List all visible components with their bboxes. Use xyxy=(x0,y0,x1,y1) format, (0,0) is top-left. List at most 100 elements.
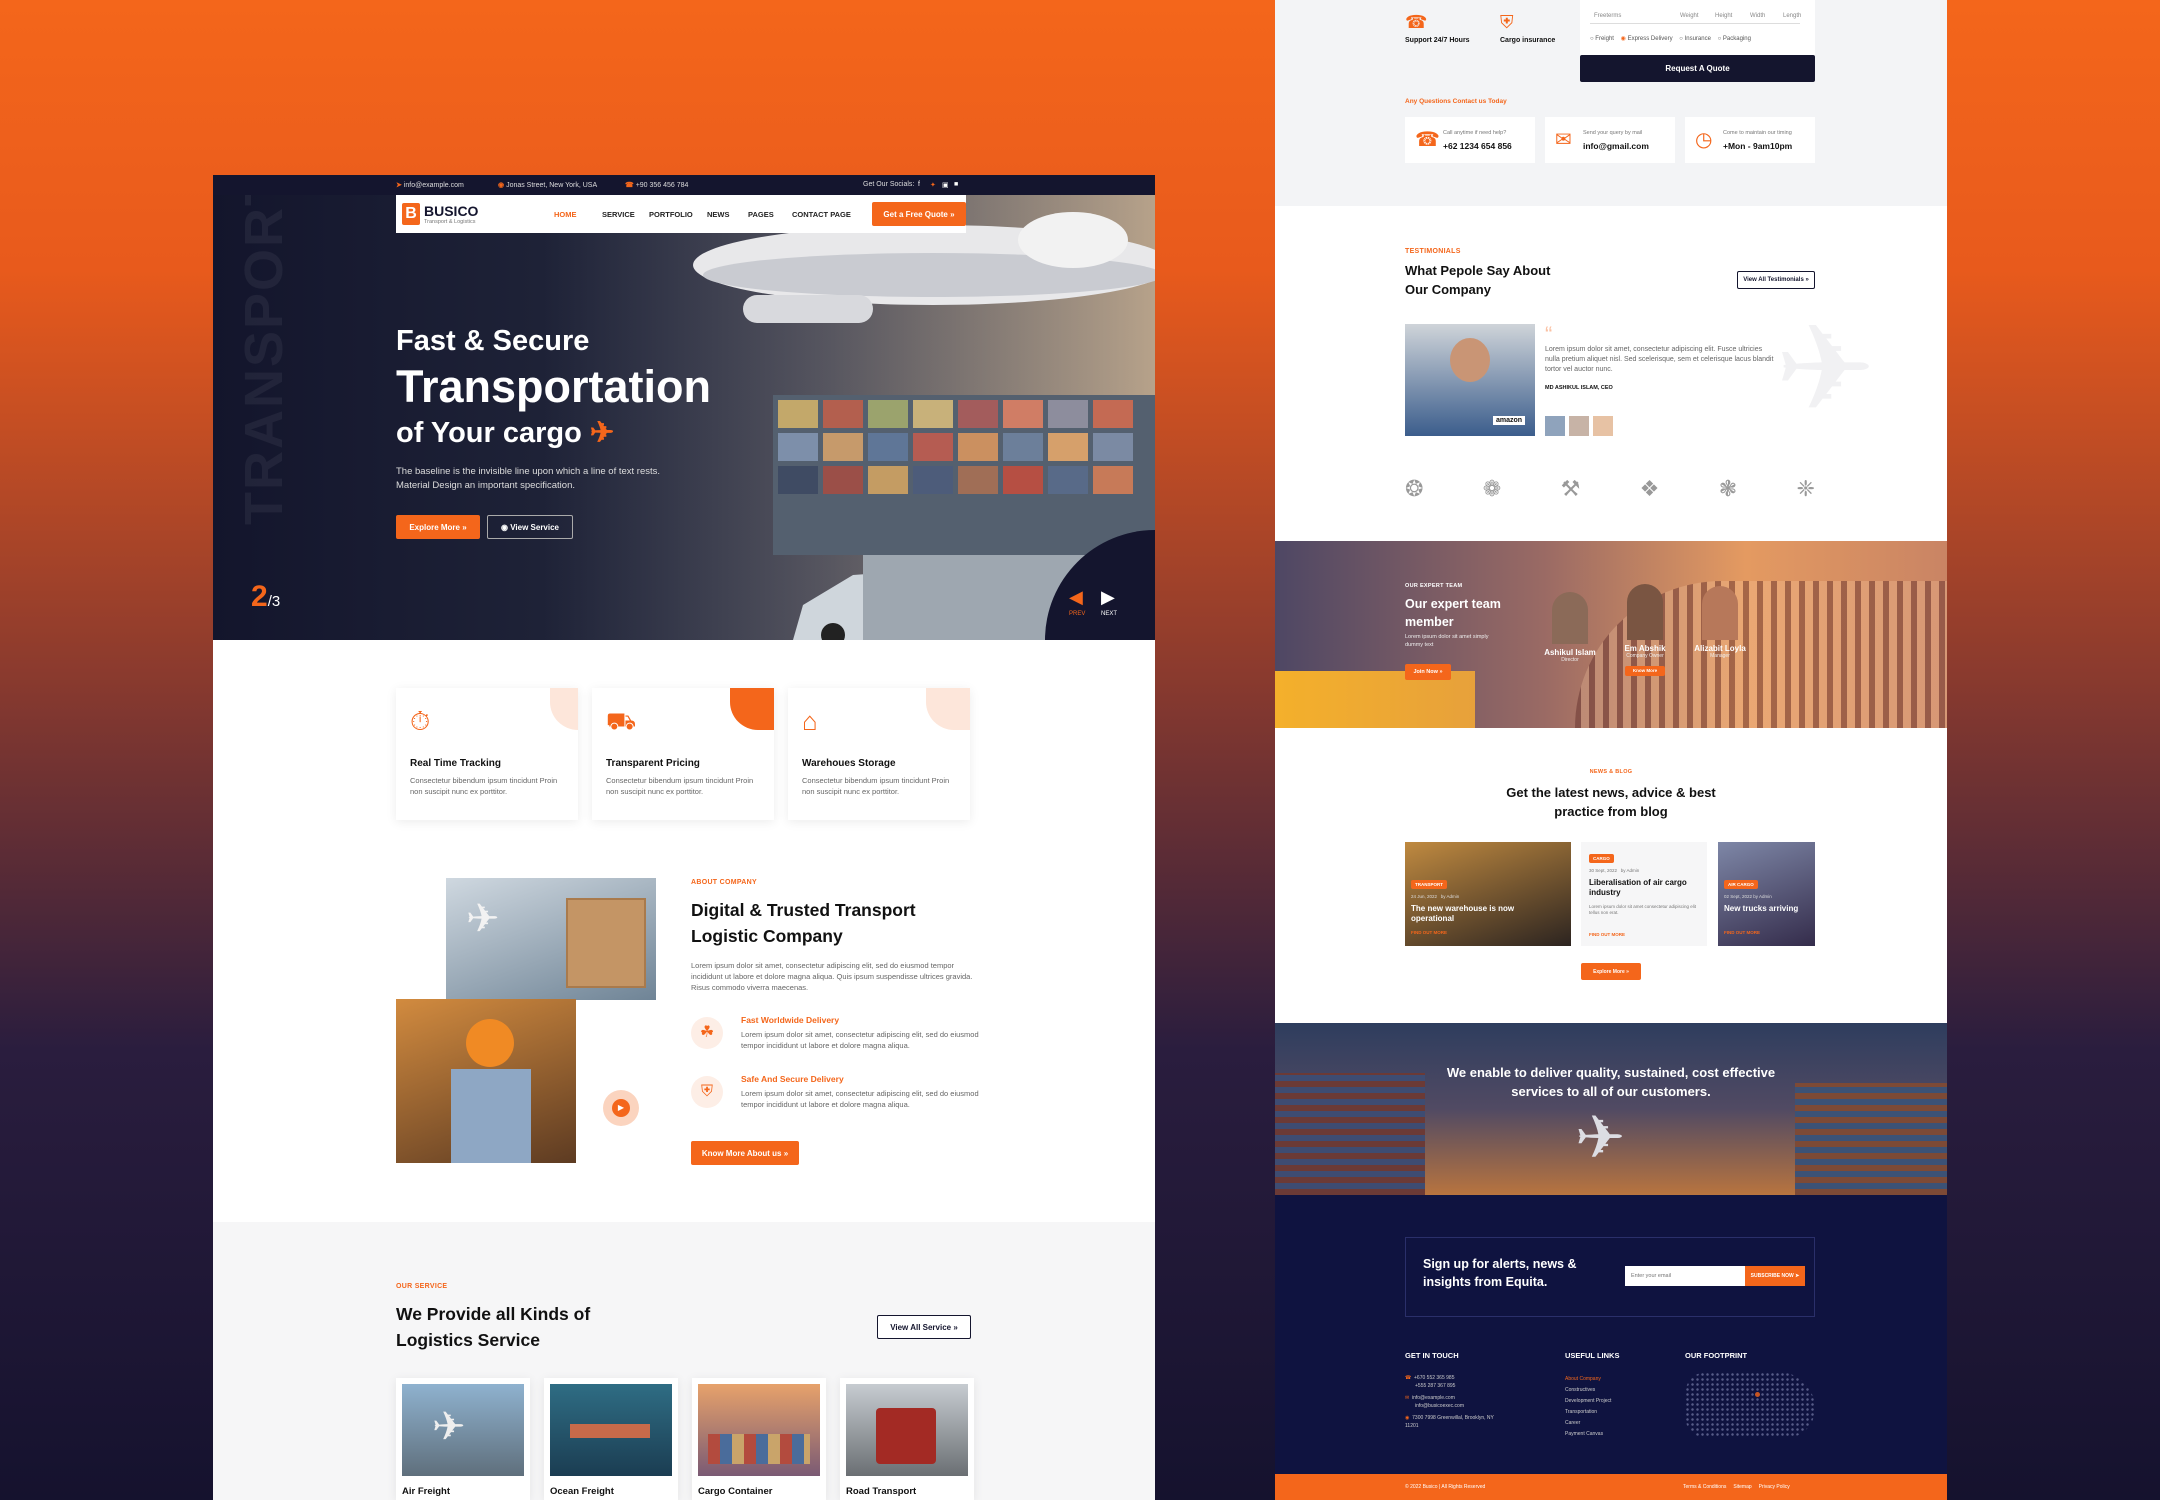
radio-packaging[interactable]: ○ Packaging xyxy=(1718,36,1751,42)
service-image xyxy=(550,1384,672,1476)
radio-insurance[interactable]: ○ Insurance xyxy=(1679,36,1711,42)
service-card[interactable]: Road Transport xyxy=(840,1378,974,1500)
field-freeterms[interactable]: Freeterms xyxy=(1594,13,1621,19)
privacy-link[interactable]: Privacy Policy xyxy=(1759,1484,1790,1490)
brand-logo-icon[interactable]: B xyxy=(402,203,420,225)
subscribe-button[interactable]: SUBSCRIBE NOW ➤ xyxy=(1745,1266,1805,1286)
globe-delivery-icon: ☘ xyxy=(691,1017,723,1049)
footer-link[interactable]: Payment Canvas xyxy=(1565,1429,1611,1440)
team-member[interactable]: Ashikul Islam Director xyxy=(1530,592,1610,663)
copyright: © 2022 Busico | All Rights Reserved xyxy=(1405,1484,1486,1490)
blog-link[interactable]: FIND OUT MORE xyxy=(1589,932,1625,937)
feature-card[interactable]: ⏱ Real Time Tracking Consectetur bibendu… xyxy=(396,688,578,820)
nav-news[interactable]: NEWS xyxy=(707,210,730,219)
service-card[interactable]: ✈ Air Freight xyxy=(396,1378,530,1500)
member-photo xyxy=(1702,586,1738,640)
request-quote-button[interactable]: Request A Quote xyxy=(1580,55,1815,82)
linkedin-icon[interactable]: ■ xyxy=(954,181,958,188)
radio-express[interactable]: ◉ Express Delivery xyxy=(1621,36,1673,42)
slide-counter: 2/3 xyxy=(251,580,281,613)
nav-contact[interactable]: CONTACT PAGE xyxy=(792,210,851,219)
service-name: Road Transport xyxy=(846,1486,917,1497)
footer-link[interactable]: Development Project xyxy=(1565,1396,1611,1407)
radio-freight[interactable]: ○ Freight xyxy=(1590,36,1614,42)
plane-icon: ✈ xyxy=(432,1405,466,1449)
field-length[interactable]: Length xyxy=(1783,13,1801,19)
facebook-icon[interactable]: f xyxy=(918,181,920,188)
feature-card[interactable]: ⛟ Transparent Pricing Consectetur bibend… xyxy=(592,688,774,820)
prev-label[interactable]: PREV xyxy=(1069,611,1085,617)
next-arrow-icon[interactable]: ▶ xyxy=(1101,587,1115,608)
service-image: ✈ xyxy=(402,1384,524,1476)
field-width[interactable]: Width xyxy=(1750,13,1765,19)
feature-title: Transparent Pricing xyxy=(606,758,700,769)
footer-link[interactable]: Constructives xyxy=(1565,1385,1611,1396)
form-fields-row: Freeterms Weight Height Width Length xyxy=(1590,10,1801,24)
member-role: Manager xyxy=(1710,653,1730,659)
video-play-button[interactable]: ▶ xyxy=(603,1090,639,1126)
free-quote-button[interactable]: Get a Free Quote » xyxy=(872,202,966,226)
hard-hat-graphic xyxy=(466,1019,514,1067)
footer-link[interactable]: About Company xyxy=(1565,1374,1611,1385)
phone-icon: ☎ xyxy=(1415,129,1440,151)
join-now-button[interactable]: Join Now » xyxy=(1405,664,1451,680)
view-all-service-button[interactable]: View All Service » xyxy=(877,1315,971,1339)
member-name: Alizabit Loyla xyxy=(1694,644,1746,653)
explore-more-button[interactable]: Explore More » xyxy=(1581,963,1641,980)
nav-service[interactable]: SERVICE xyxy=(602,210,635,219)
footer-heading: USEFUL LINKS xyxy=(1565,1351,1620,1360)
view-all-testimonials-button[interactable]: View All Testimonials » xyxy=(1737,271,1815,289)
footer-link[interactable]: Transportation xyxy=(1565,1407,1611,1418)
feature-card[interactable]: ⌂ Warehoues Storage Consectetur bibendum… xyxy=(788,688,970,820)
blog-card[interactable]: CARGO 30 Sept, 2022 by Admin Liberalisat… xyxy=(1581,842,1707,946)
team-member[interactable]: Em Abshik Company Owner Know More xyxy=(1605,584,1685,677)
partner-logo-icon: ⚒ xyxy=(1560,476,1581,501)
field-height[interactable]: Height xyxy=(1715,13,1732,19)
next-label[interactable]: NEXT xyxy=(1101,611,1117,617)
banner-section: ✈ xyxy=(1275,1023,1947,1195)
blog-card[interactable]: AIR CARGO 02 Sept, 2022 by Admin New tru… xyxy=(1718,842,1815,946)
newsletter-email-input[interactable] xyxy=(1625,1266,1745,1286)
nav-pages[interactable]: PAGES xyxy=(748,210,774,219)
phone-contact[interactable]: ☎ +90 356 456 784 xyxy=(625,181,688,189)
containers-graphic xyxy=(1275,1073,1425,1195)
avatar[interactable] xyxy=(1545,416,1565,436)
view-service-button[interactable]: ◉ View Service xyxy=(487,515,573,539)
service-card[interactable]: Ocean Freight xyxy=(544,1378,678,1500)
twitter-icon[interactable]: ✦ xyxy=(930,181,936,189)
prev-arrow-icon[interactable]: ◀ xyxy=(1069,587,1083,608)
homepage-mockup: ➤ info@example.com ◉ Jonas Street, New Y… xyxy=(213,175,1155,1500)
service-card[interactable]: Cargo Container xyxy=(692,1378,826,1500)
blog-link[interactable]: FIND OUT MORE xyxy=(1411,930,1447,935)
avatar[interactable] xyxy=(1593,416,1613,436)
testimonials-title: What Pepole Say About Our Company xyxy=(1405,263,1551,297)
terms-link[interactable]: Terms & Conditions xyxy=(1683,1484,1726,1490)
field-weight[interactable]: Weight xyxy=(1680,13,1699,19)
services-section xyxy=(213,1222,1155,1500)
contact-card[interactable]: ☎ Call anytime if need help? +62 1234 65… xyxy=(1405,117,1535,163)
about-item-text: Lorem ipsum dolor sit amet, consectetur … xyxy=(741,1089,979,1109)
mail-icon: ✉ xyxy=(1405,1395,1410,1401)
footer-link[interactable]: Career xyxy=(1565,1418,1611,1429)
contact-value: +62 1234 654 856 xyxy=(1443,141,1512,151)
know-more-button[interactable]: Know More xyxy=(1625,665,1665,676)
contact-label: Call anytime if need help? xyxy=(1443,130,1507,136)
blog-link[interactable]: FIND OUT MORE xyxy=(1724,930,1760,935)
brand-name[interactable]: BUSICO xyxy=(424,203,478,219)
team-member[interactable]: Alizabit Loyla Manager xyxy=(1680,586,1760,659)
section-label: TESTIMONIALS xyxy=(1405,248,1461,255)
explore-more-button[interactable]: Explore More » xyxy=(396,515,480,539)
sitemap-link[interactable]: Sitemap xyxy=(1733,1484,1751,1490)
blog-card[interactable]: TRANSPORT 24 Jun, 2022 by Admin The new … xyxy=(1405,842,1571,946)
email-contact[interactable]: ➤ info@example.com xyxy=(396,181,464,189)
nav-home[interactable]: HOME xyxy=(554,210,577,219)
contact-card[interactable]: ◷ Come to maintain our timing +Mon - 9am… xyxy=(1685,117,1815,163)
know-more-button[interactable]: Know More About us » xyxy=(691,1141,799,1165)
service-name: Air Freight xyxy=(402,1486,451,1497)
instagram-icon[interactable]: ▣ xyxy=(942,181,949,189)
nav-portfolio[interactable]: PORTFOLIO xyxy=(649,210,693,219)
feature-text: Consectetur bibendum ipsum tincidunt Pro… xyxy=(606,776,754,796)
avatar[interactable] xyxy=(1569,416,1589,436)
contact-card[interactable]: ✉ Send your query by mail info@gmail.com xyxy=(1545,117,1675,163)
ship-graphic xyxy=(570,1424,650,1438)
